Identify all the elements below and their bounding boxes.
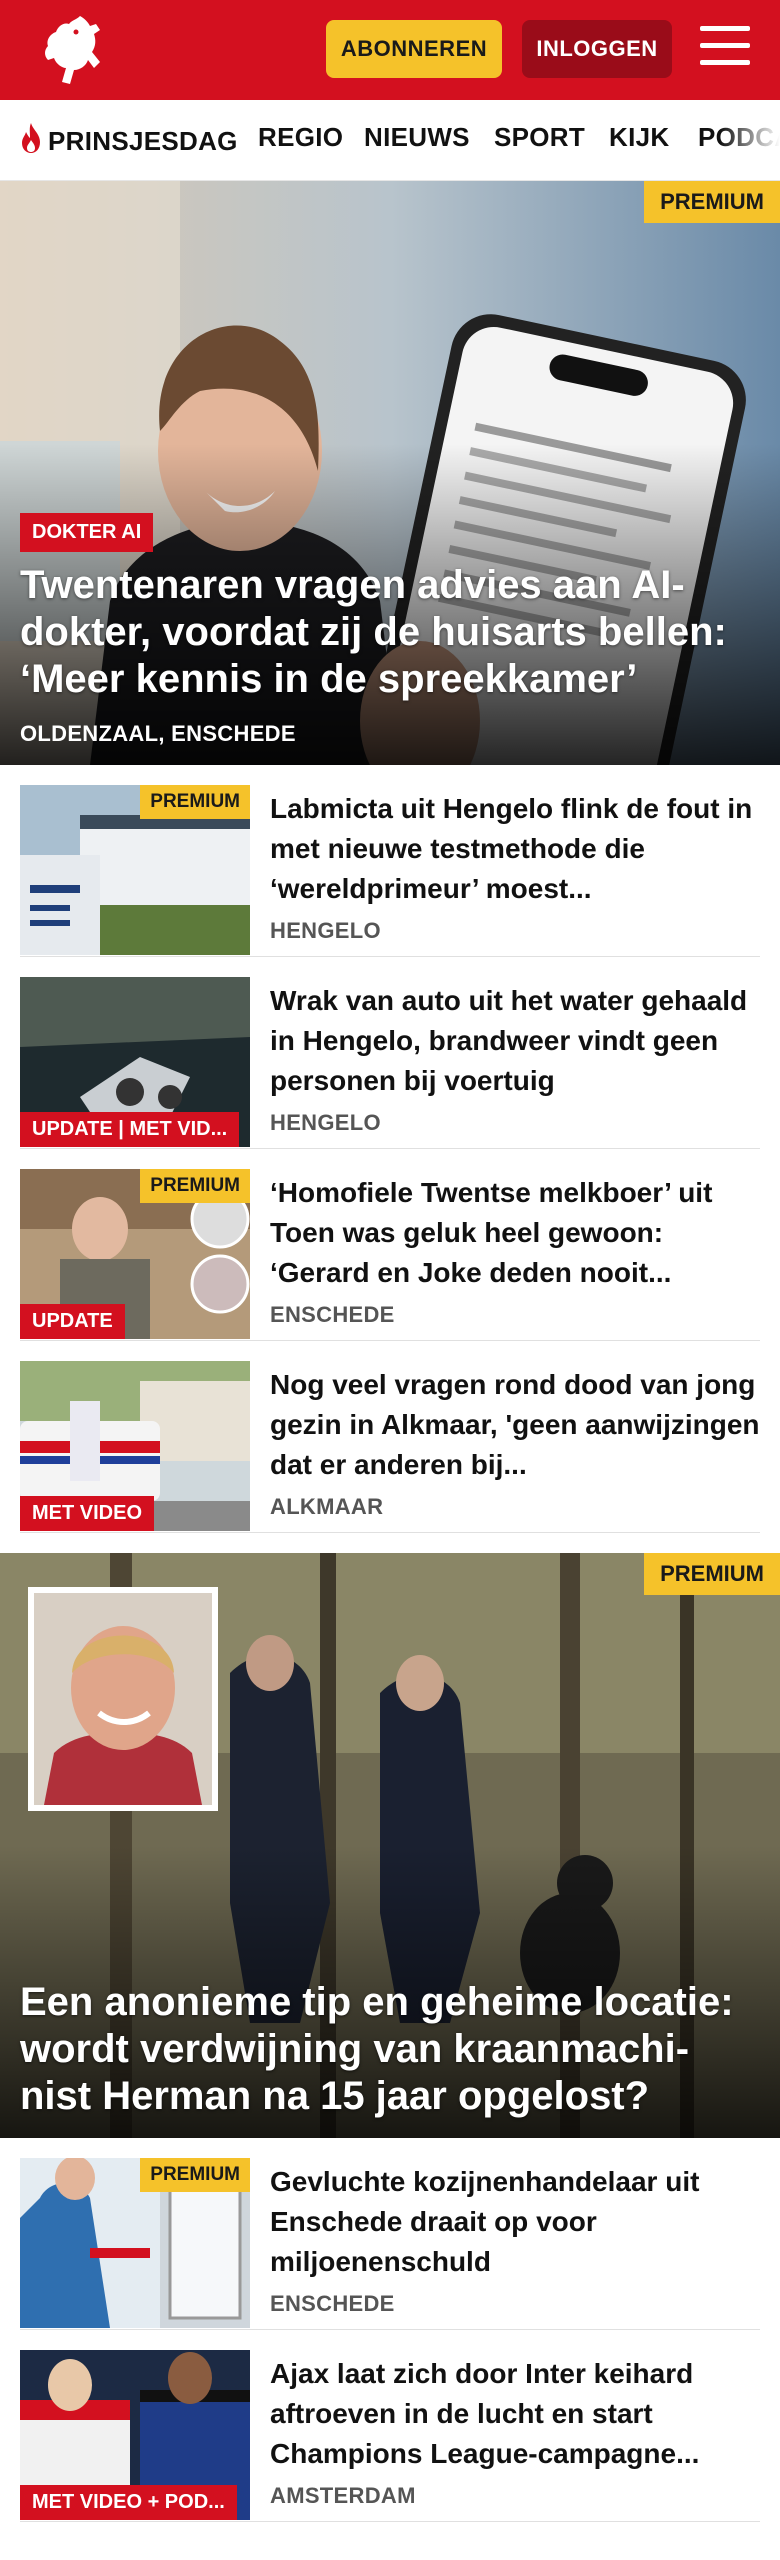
flame-icon [22,123,40,153]
premium-badge: PREMIUM [140,2158,250,2192]
nav-item-kijk[interactable]: KIJK [609,122,669,153]
hero-title[interactable]: Twentenaren vragen advies aan AI-dokter,… [20,562,760,703]
nav-item-nieuws[interactable]: NIEUWS [364,122,470,153]
article-item[interactable]: PREMIUM Labmicta uit Hengelo flink de fo… [20,765,760,957]
article-title[interactable]: Ajax laat zich door Inter keihard aftroe… [270,2354,760,2474]
article-item[interactable]: MET VIDEO + POD... Ajax laat zich door I… [20,2330,760,2522]
article-location: ALKMAAR [270,1494,384,1519]
hero-text: DOKTER AI Twentenaren vragen advies aan … [20,513,760,747]
hero-location: OLDENZAAL, ENSCHEDE [20,721,296,746]
article-thumbnail: MET VIDEO [20,1361,250,1531]
tubantia-horse-logo[interactable] [36,12,108,88]
article-thumbnail: PREMIUM UPDATE [20,1169,250,1339]
article-thumbnail: UPDATE | MET VID... [20,977,250,1147]
hero2-title[interactable]: Een anonieme tip en geheime locatie: wor… [20,1979,760,2120]
article-tag: MET VIDEO + POD... [20,2485,237,2520]
nav-fade [720,100,780,180]
main-navigation: PRINSJESDAG REGIO NIEUWS SPORT KIJK PODC… [0,100,780,181]
article-title[interactable]: Labmicta uit Hengelo flink de fout in me… [270,789,760,909]
article-item[interactable]: PREMIUM UPDATE ‘Homofiele Twentse melkbo… [20,1149,760,1341]
subscribe-button[interactable]: ABONNEREN [326,20,502,78]
premium-badge: PREMIUM [644,1553,780,1595]
article-tag: UPDATE [20,1304,125,1339]
article-tag: UPDATE | MET VID... [20,1112,240,1147]
article-thumbnail: PREMIUM [20,2158,250,2328]
article-location: HENGELO [270,918,381,943]
hero-article-2[interactable]: PREMIUM Een anonieme tip en geheime loca… [0,1553,780,2138]
article-location: ENSCHEDE [270,2291,395,2316]
nav-item-prinsjesdag[interactable]: PRINSJESDAG [18,122,238,157]
article-title[interactable]: ‘Homofiele Twentse melkboer’ uit Toen wa… [270,1173,760,1293]
article-item[interactable]: UPDATE | MET VID... Wrak van auto uit he… [20,957,760,1149]
hero-tag: DOKTER AI [20,513,154,552]
article-location: ENSCHEDE [270,1302,395,1327]
top-bar: ABONNEREN INLOGGEN [0,0,780,100]
article-thumbnail: PREMIUM [20,785,250,955]
premium-badge: PREMIUM [140,1169,250,1203]
nav-item-sport[interactable]: SPORT [494,122,585,153]
premium-badge: PREMIUM [140,785,250,819]
article-location: HENGELO [270,1110,381,1135]
missing-person-portrait [28,1587,218,1811]
article-title[interactable]: Wrak van auto uit het water gehaald in H… [270,981,760,1101]
login-button[interactable]: INLOGGEN [522,20,672,78]
article-item[interactable]: PREMIUM Gevluchte kozijnenhandelaar uit … [20,2138,760,2330]
article-location: AMSTERDAM [270,2483,416,2508]
nav-label: PRINSJESDAG [48,126,238,156]
article-title[interactable]: Nog veel vragen rond dood van jong gezin… [270,1365,760,1485]
article-title[interactable]: Gevluchte kozijnenhandelaar uit Enschede… [270,2162,760,2282]
premium-badge: PREMIUM [644,181,780,223]
article-thumbnail: MET VIDEO + POD... [20,2350,250,2520]
article-tag: MET VIDEO [20,1496,155,1531]
menu-icon[interactable] [700,26,750,70]
hero-article[interactable]: PREMIUM DOKTER AI Twentenaren vragen adv… [0,181,780,765]
nav-item-regio[interactable]: REGIO [258,122,343,153]
article-item[interactable]: MET VIDEO Nog veel vragen rond dood van … [20,1341,760,1533]
